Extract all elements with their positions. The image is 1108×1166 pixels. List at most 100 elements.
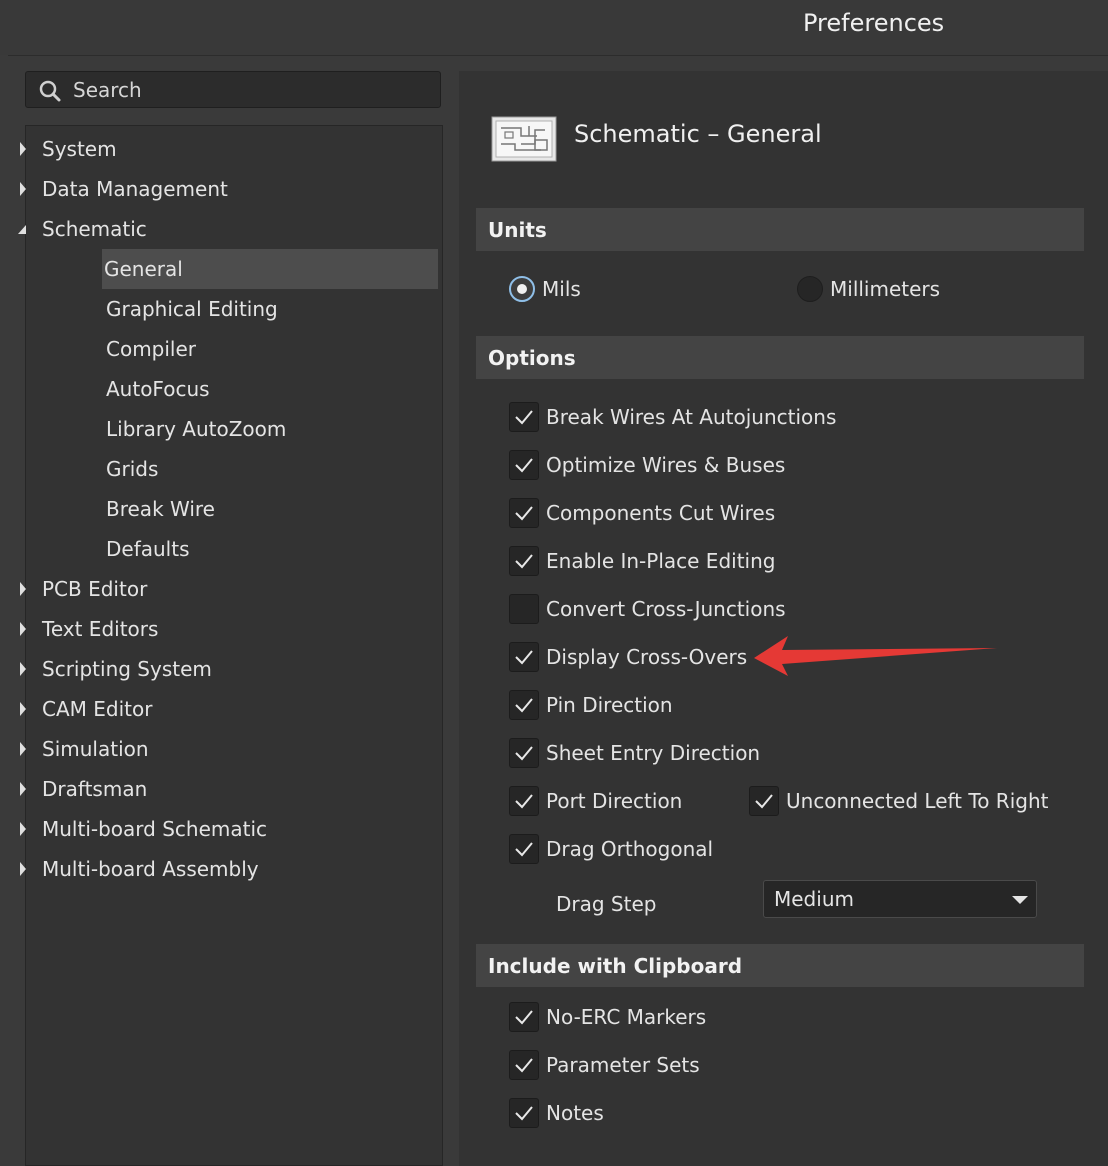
window-title: Preferences bbox=[803, 9, 945, 37]
radio-mils[interactable] bbox=[509, 276, 535, 302]
search-input[interactable]: Search bbox=[25, 71, 441, 108]
checkbox-label[interactable]: Components Cut Wires bbox=[546, 501, 775, 525]
tree-item-label: CAM Editor bbox=[42, 697, 153, 721]
tree-item-label: Compiler bbox=[106, 337, 197, 361]
checkbox-parameter-sets[interactable] bbox=[509, 1050, 539, 1080]
tree-item-data-management[interactable]: Data Management bbox=[20, 169, 228, 209]
checkbox-label[interactable]: Notes bbox=[546, 1101, 604, 1125]
tree-item-library-autozoom[interactable]: Library AutoZoom bbox=[106, 409, 286, 449]
checkbox-components-cut-wires[interactable] bbox=[509, 498, 539, 528]
checkbox-label[interactable]: No-ERC Markers bbox=[546, 1005, 706, 1029]
checkbox-label[interactable]: Break Wires At Autojunctions bbox=[546, 405, 836, 429]
checkbox-label[interactable]: Sheet Entry Direction bbox=[546, 741, 760, 765]
tree-item-label: Defaults bbox=[106, 537, 190, 561]
tree-item-defaults[interactable]: Defaults bbox=[106, 529, 190, 569]
checkbox-optimize-wires-buses[interactable] bbox=[509, 450, 539, 480]
tree-item-draftsman[interactable]: Draftsman bbox=[20, 769, 148, 809]
expand-arrow-icon[interactable] bbox=[16, 689, 30, 729]
tree-item-compiler[interactable]: Compiler bbox=[106, 329, 196, 369]
expand-arrow-icon[interactable] bbox=[16, 609, 30, 649]
tree-item-label: Schematic bbox=[42, 217, 147, 241]
tree-item-multi-board-assembly[interactable]: Multi-board Assembly bbox=[20, 849, 259, 889]
page-title: Schematic – General bbox=[574, 120, 822, 148]
checkbox-no-erc-markers[interactable] bbox=[509, 1002, 539, 1032]
drag-step-select[interactable]: Medium bbox=[763, 880, 1037, 918]
tree-item-label: PCB Editor bbox=[42, 577, 148, 601]
expand-arrow-icon[interactable] bbox=[16, 849, 30, 889]
drag-step-value: Medium bbox=[774, 887, 854, 911]
chevron-down-icon[interactable] bbox=[1012, 896, 1028, 904]
checkbox-break-wires-at-autojunctions[interactable] bbox=[509, 402, 539, 432]
check-icon bbox=[515, 650, 533, 665]
tree-item-simulation[interactable]: Simulation bbox=[20, 729, 149, 769]
tree-item-general[interactable]: General bbox=[102, 249, 438, 289]
tree-item-label: Graphical Editing bbox=[106, 297, 278, 321]
checkbox-port-direction[interactable] bbox=[509, 786, 539, 816]
checkbox-pin-direction[interactable] bbox=[509, 690, 539, 720]
section-header-options: Options bbox=[476, 336, 1084, 379]
tree-item-cam-editor[interactable]: CAM Editor bbox=[20, 689, 153, 729]
check-icon bbox=[515, 794, 533, 809]
expand-arrow-icon[interactable] bbox=[16, 769, 30, 809]
tree-item-schematic[interactable]: Schematic bbox=[18, 209, 147, 249]
checkbox-unconnected-left-to-right[interactable] bbox=[749, 786, 779, 816]
schematic-page-icon bbox=[491, 116, 557, 162]
tree-item-system[interactable]: System bbox=[20, 129, 117, 169]
tree-item-pcb-editor[interactable]: PCB Editor bbox=[20, 569, 148, 609]
tree-item-label: Library AutoZoom bbox=[106, 417, 287, 441]
tree-item-label: Simulation bbox=[42, 737, 149, 761]
radio-label-mils[interactable]: Mils bbox=[542, 277, 581, 301]
checkbox-label[interactable]: Display Cross-Overs bbox=[546, 645, 747, 669]
tree-item-autofocus[interactable]: AutoFocus bbox=[106, 369, 210, 409]
section-header-units: Units bbox=[476, 208, 1084, 251]
tree-item-label: Draftsman bbox=[42, 777, 148, 801]
tree-item-multi-board-schematic[interactable]: Multi-board Schematic bbox=[20, 809, 267, 849]
expand-arrow-icon[interactable] bbox=[16, 809, 30, 849]
checkbox-label[interactable]: Optimize Wires & Buses bbox=[546, 453, 785, 477]
checkbox-label[interactable]: Enable In-Place Editing bbox=[546, 549, 775, 573]
checkbox-label[interactable]: Pin Direction bbox=[546, 693, 673, 717]
check-icon bbox=[515, 698, 533, 713]
tree-item-scripting-system[interactable]: Scripting System bbox=[20, 649, 212, 689]
check-icon bbox=[515, 1058, 533, 1073]
checkbox-display-cross-overs[interactable] bbox=[509, 642, 539, 672]
section-header-clipboard: Include with Clipboard bbox=[476, 944, 1084, 987]
check-icon bbox=[515, 746, 533, 761]
tree-item-label: General bbox=[104, 257, 183, 281]
expand-arrow-icon[interactable] bbox=[16, 729, 30, 769]
tree-item-text-editors[interactable]: Text Editors bbox=[20, 609, 159, 649]
checkbox-label[interactable]: Port Direction bbox=[546, 789, 682, 813]
check-icon bbox=[515, 1106, 533, 1121]
check-icon bbox=[755, 794, 773, 809]
expand-arrow-icon[interactable] bbox=[16, 129, 30, 169]
tree-item-label: AutoFocus bbox=[106, 377, 210, 401]
drag-step-label: Drag Step bbox=[556, 892, 657, 916]
checkbox-label[interactable]: Unconnected Left To Right bbox=[786, 789, 1048, 813]
collapse-arrow-icon[interactable] bbox=[16, 209, 30, 249]
radio-millimeters[interactable] bbox=[797, 276, 823, 302]
check-icon bbox=[515, 1010, 533, 1025]
tree-item-break-wire[interactable]: Break Wire bbox=[106, 489, 215, 529]
tree-item-graphical-editing[interactable]: Graphical Editing bbox=[106, 289, 278, 329]
checkbox-sheet-entry-direction[interactable] bbox=[509, 738, 539, 768]
checkbox-drag-orthogonal[interactable] bbox=[509, 834, 539, 864]
checkbox-label[interactable]: Convert Cross-Junctions bbox=[546, 597, 786, 621]
radio-label-millimeters[interactable]: Millimeters bbox=[830, 277, 940, 301]
tree-item-label: Text Editors bbox=[42, 617, 159, 641]
expand-arrow-icon[interactable] bbox=[16, 649, 30, 689]
title-bar: Preferences bbox=[0, 0, 1108, 55]
expand-arrow-icon[interactable] bbox=[16, 569, 30, 609]
check-icon bbox=[515, 554, 533, 569]
tree-item-label: Grids bbox=[106, 457, 159, 481]
tree-item-label: Scripting System bbox=[42, 657, 212, 681]
checkbox-label[interactable]: Parameter Sets bbox=[546, 1053, 700, 1077]
checkbox-enable-in-place-editing[interactable] bbox=[509, 546, 539, 576]
check-icon bbox=[515, 410, 533, 425]
section-title: Options bbox=[488, 346, 576, 370]
checkbox-convert-cross-junctions[interactable] bbox=[509, 594, 539, 624]
checkbox-notes[interactable] bbox=[509, 1098, 539, 1128]
tree-item-label: Break Wire bbox=[106, 497, 215, 521]
expand-arrow-icon[interactable] bbox=[16, 169, 30, 209]
checkbox-label[interactable]: Drag Orthogonal bbox=[546, 837, 713, 861]
tree-item-grids[interactable]: Grids bbox=[106, 449, 158, 489]
